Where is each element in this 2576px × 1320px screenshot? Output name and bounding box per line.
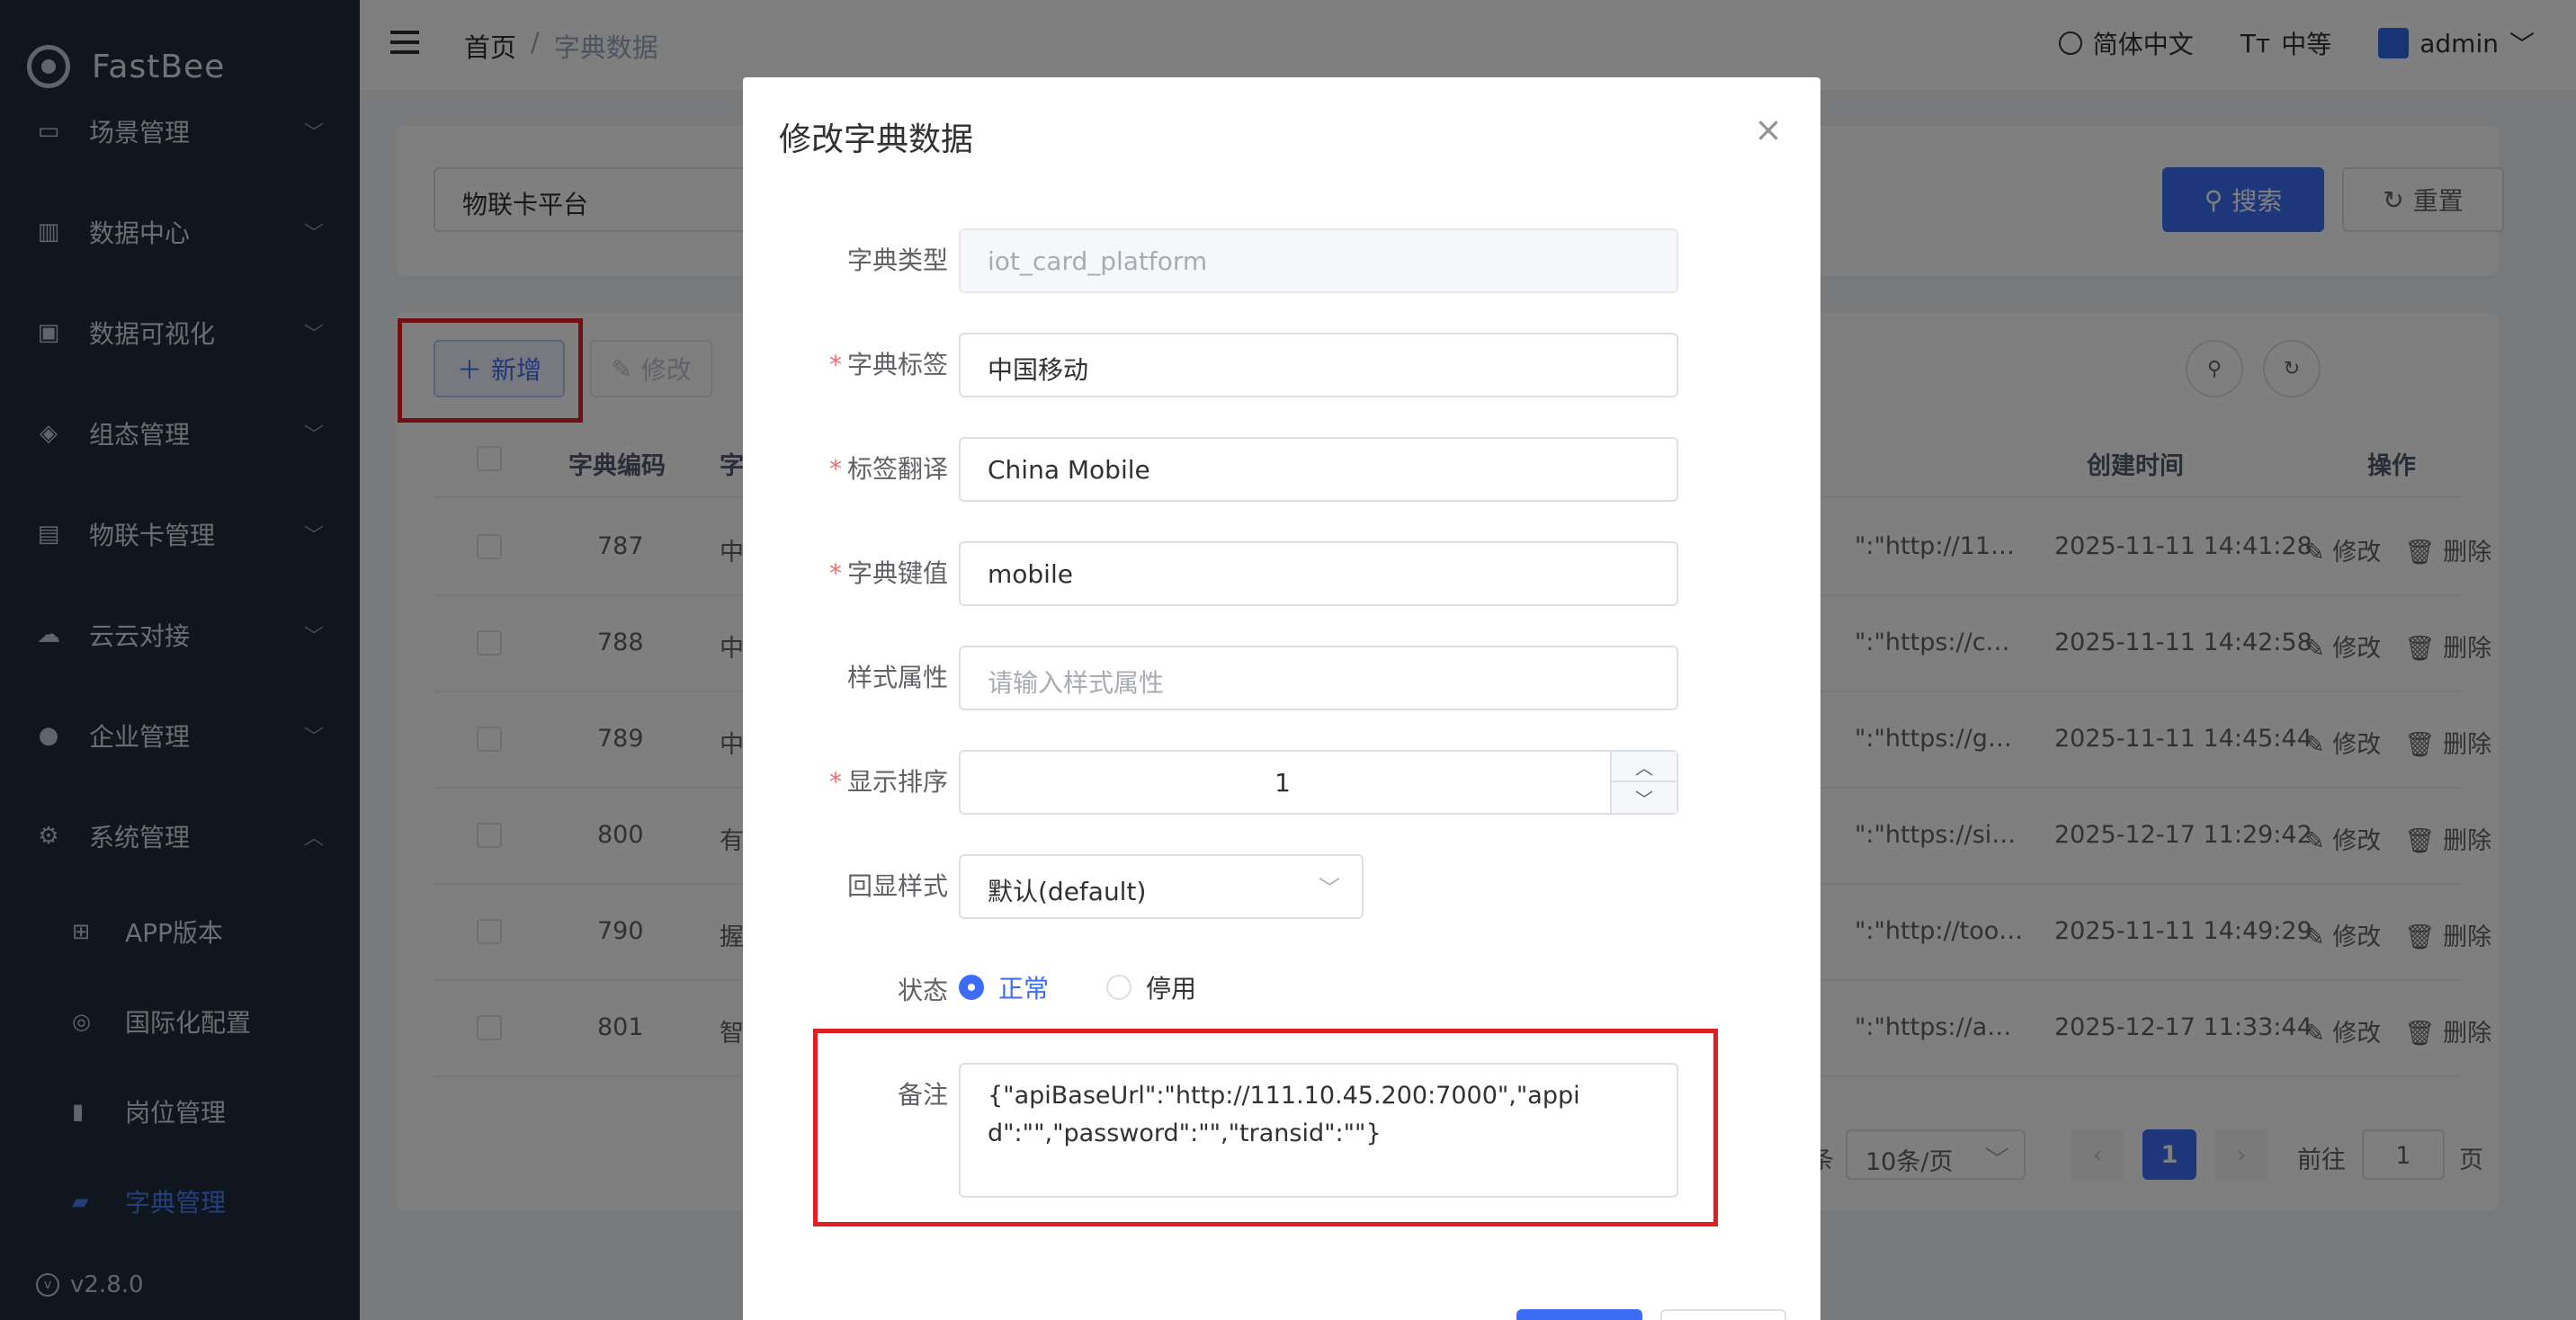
dict-type-label: 字典类型 — [847, 241, 948, 277]
radio-label: 正常 — [998, 974, 1050, 1003]
echo-style-select[interactable]: 默认(default) ﹀ — [959, 854, 1364, 919]
status-normal-radio[interactable]: 正常 — [959, 969, 1049, 1005]
chevron-down-icon[interactable]: ﹀ — [1612, 782, 1677, 813]
css-class-input[interactable]: 请输入样式属性 — [959, 646, 1678, 710]
dict-label-label: * 字典标签 — [828, 350, 948, 379]
dialog-title: 修改字典数据 — [779, 121, 974, 158]
cancel-button[interactable] — [1660, 1309, 1786, 1320]
css-class-label: 样式属性 — [847, 658, 948, 694]
edit-dict-dialog: 修改字典数据 × 字典类型 iot_card_platform * 字典标签 中国… — [743, 77, 1820, 1320]
dict-label-input[interactable]: 中国移动 — [959, 333, 1678, 397]
echo-style-label: 回显样式 — [847, 867, 948, 903]
stepper-controls: ︿ ﹀ — [1610, 752, 1677, 813]
label-text: 字典键值 — [846, 558, 948, 588]
translation-input[interactable]: China Mobile — [959, 437, 1678, 502]
label-text: 回显样式 — [846, 871, 948, 901]
label-text: 标签翻译 — [846, 454, 948, 484]
dict-value-input[interactable]: mobile — [959, 541, 1678, 606]
dict-value-label: * 字典键值 — [828, 558, 948, 588]
radio-dot — [959, 975, 984, 1000]
confirm-button[interactable] — [1516, 1309, 1642, 1320]
status-disabled-radio[interactable]: 停用 — [1106, 969, 1196, 1005]
label-text: 字典类型 — [846, 245, 948, 275]
label-text: 显示排序 — [846, 767, 948, 797]
radio-dot — [1106, 975, 1131, 1000]
label-text: 字典标签 — [846, 350, 948, 379]
highlight-remark — [813, 1029, 1718, 1226]
echo-style-value: 默认(default) — [988, 877, 1147, 906]
dict-type-input: iot_card_platform — [959, 228, 1678, 293]
sort-stepper[interactable]: 1 ︿ ﹀ — [959, 750, 1678, 815]
chevron-up-icon[interactable]: ︿ — [1612, 752, 1677, 782]
close-icon[interactable]: × — [1754, 110, 1783, 149]
sort-value: 1 — [1275, 768, 1291, 798]
label-text: 状态 — [897, 976, 948, 1005]
sort-label: * 显示排序 — [828, 767, 948, 797]
radio-label: 停用 — [1146, 974, 1197, 1003]
chevron-down-icon: ﹀ — [1319, 876, 1340, 901]
translation-label: * 标签翻译 — [828, 454, 948, 484]
label-text: 样式属性 — [846, 663, 948, 692]
status-label: 状态 — [898, 971, 948, 1007]
